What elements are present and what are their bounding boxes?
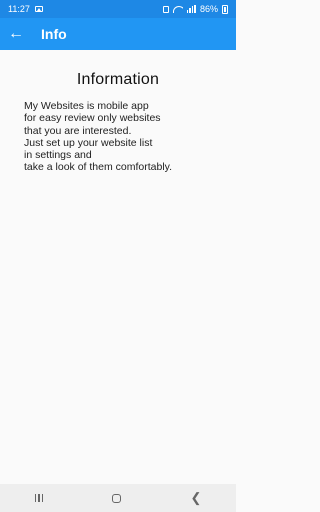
status-bar: 11:27 86%	[0, 0, 236, 18]
info-text: My Websites is mobile app for easy revie…	[24, 100, 173, 174]
wifi-icon	[172, 5, 183, 13]
back-icon[interactable]: ❮	[190, 490, 201, 506]
recents-icon[interactable]	[34, 494, 44, 502]
battery-icon	[222, 4, 228, 14]
signal-icon	[186, 5, 196, 13]
battery-percent: 86%	[199, 4, 218, 14]
lock-icon	[162, 5, 169, 13]
back-button[interactable]: ←	[1, 18, 31, 50]
app-bar: ← Info	[0, 18, 236, 50]
page-title: Info	[41, 26, 67, 42]
info-content: Information My Websites is mobile app fo…	[0, 50, 236, 174]
system-nav-bar: ❮	[0, 484, 236, 512]
gallery-notification-icon	[34, 6, 43, 12]
status-time: 11:27	[8, 4, 30, 14]
home-icon[interactable]	[112, 493, 122, 503]
info-heading: Information	[76, 71, 160, 88]
arrow-left-icon: ←	[8, 25, 24, 42]
